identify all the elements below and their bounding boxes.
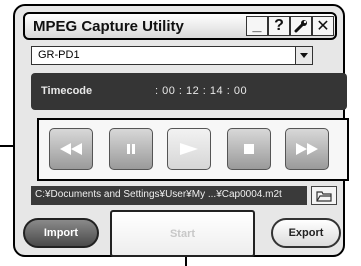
file-path-text: C:¥Documents and Settings¥User¥My ...¥Ca…	[35, 189, 282, 200]
close-icon: ✕	[316, 18, 330, 35]
timecode-value: : 00 : 12 : 14 : 00	[155, 85, 248, 97]
minimize-button[interactable]: _	[246, 16, 268, 36]
close-button[interactable]: ✕	[312, 16, 334, 36]
capture-utility-window: MPEG Capture Utility _ ? ✕ GR-PD1 Timeco…	[13, 4, 349, 257]
title-bar: MPEG Capture Utility _ ? ✕	[23, 12, 337, 40]
fast-forward-icon	[296, 143, 318, 155]
chevron-down-icon	[300, 52, 308, 58]
rewind-icon	[60, 143, 82, 155]
import-button[interactable]: Import	[23, 218, 99, 248]
minimize-icon: _	[252, 17, 262, 34]
transport-controls	[37, 118, 349, 181]
help-icon: ?	[274, 17, 284, 34]
play-button[interactable]	[167, 128, 211, 170]
help-button[interactable]: ?	[268, 16, 290, 36]
pause-icon	[127, 144, 135, 154]
wrench-icon	[294, 20, 307, 33]
export-button[interactable]: Export	[271, 218, 341, 248]
pause-button[interactable]	[109, 128, 153, 170]
fast-forward-button[interactable]	[285, 128, 329, 170]
device-select[interactable]: GR-PD1	[31, 46, 313, 65]
settings-button[interactable]	[290, 16, 312, 36]
rewind-button[interactable]	[49, 128, 93, 170]
window-title: MPEG Capture Utility	[33, 18, 184, 35]
device-select-value: GR-PD1	[38, 49, 80, 61]
start-button[interactable]: Start	[110, 210, 255, 257]
file-path-field[interactable]: C:¥Documents and Settings¥User¥My ...¥Ca…	[31, 186, 307, 205]
play-icon	[180, 143, 198, 155]
timecode-label: Timecode	[41, 85, 93, 97]
browse-folder-button[interactable]	[311, 186, 337, 205]
stop-button[interactable]	[227, 128, 271, 170]
timecode-panel: Timecode : 00 : 12 : 14 : 00	[31, 73, 347, 110]
folder-icon	[316, 190, 332, 202]
stop-icon	[244, 144, 254, 154]
dropdown-arrow-button[interactable]	[295, 47, 312, 64]
